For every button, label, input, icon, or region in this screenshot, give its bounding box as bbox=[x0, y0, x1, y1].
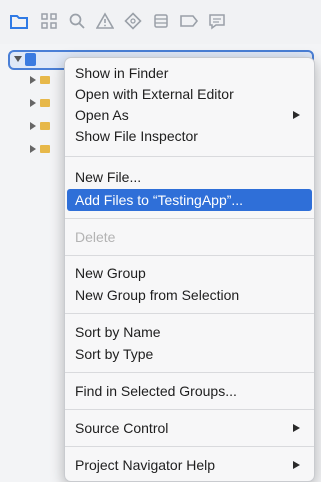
menu-item-source-control[interactable]: Source Control bbox=[67, 417, 312, 439]
menu-item-show-in-finder[interactable]: Show in Finder bbox=[67, 62, 312, 84]
xcode-navigator-window: Show in Finder Open with External Editor… bbox=[0, 0, 321, 482]
menu-item-show-file-inspector[interactable]: Show File Inspector bbox=[67, 125, 312, 147]
submenu-arrow-icon bbox=[293, 111, 300, 119]
test-icon[interactable] bbox=[122, 10, 144, 32]
menu-separator bbox=[65, 156, 314, 157]
menu-item-sort-by-type[interactable]: Sort by Type bbox=[67, 343, 312, 365]
menu-separator bbox=[65, 446, 314, 447]
menu-separator bbox=[65, 255, 314, 256]
menu-item-sort-by-name[interactable]: Sort by Name bbox=[67, 321, 312, 343]
navigator-toolbar bbox=[0, 0, 321, 45]
menu-item-open-as[interactable]: Open As bbox=[67, 104, 312, 126]
menu-item-open-with-external-editor[interactable]: Open with External Editor bbox=[67, 83, 312, 105]
project-file-icon bbox=[25, 53, 36, 66]
context-menu: Show in Finder Open with External Editor… bbox=[64, 57, 315, 482]
breakpoint-icon[interactable] bbox=[178, 10, 200, 32]
menu-item-project-navigator-help[interactable]: Project Navigator Help bbox=[67, 454, 312, 476]
submenu-arrow-icon bbox=[293, 461, 300, 469]
menu-item-new-group[interactable]: New Group bbox=[67, 262, 312, 284]
folder-icon bbox=[40, 99, 50, 107]
report-icon[interactable] bbox=[206, 10, 228, 32]
menu-item-delete: Delete bbox=[75, 229, 116, 245]
folder-icon bbox=[40, 122, 50, 130]
menu-separator bbox=[65, 313, 314, 314]
menu-separator bbox=[65, 409, 314, 410]
disclosure-triangle-expanded-icon[interactable] bbox=[14, 56, 22, 62]
disclosure-triangle-collapsed-icon[interactable] bbox=[30, 99, 36, 107]
debug-icon[interactable] bbox=[150, 10, 172, 32]
folder-icon bbox=[40, 76, 50, 84]
folder-icon[interactable] bbox=[8, 10, 30, 32]
menu-separator bbox=[65, 218, 314, 219]
folder-icon bbox=[40, 145, 50, 153]
menu-item-new-group-from-selection[interactable]: New Group from Selection bbox=[67, 284, 312, 306]
menu-item-new-file[interactable]: New File... bbox=[67, 166, 312, 188]
warning-icon[interactable] bbox=[94, 10, 116, 32]
menu-item-find-in-selected-groups[interactable]: Find in Selected Groups... bbox=[67, 380, 312, 402]
menu-item-add-files[interactable]: Add Files to “TestingApp”... bbox=[67, 189, 312, 211]
menu-separator bbox=[65, 372, 314, 373]
source-control-icon[interactable] bbox=[38, 10, 60, 32]
disclosure-triangle-collapsed-icon[interactable] bbox=[30, 76, 36, 84]
disclosure-triangle-collapsed-icon[interactable] bbox=[30, 145, 36, 153]
submenu-arrow-icon bbox=[293, 424, 300, 432]
disclosure-triangle-collapsed-icon[interactable] bbox=[30, 122, 36, 130]
search-icon[interactable] bbox=[66, 10, 88, 32]
